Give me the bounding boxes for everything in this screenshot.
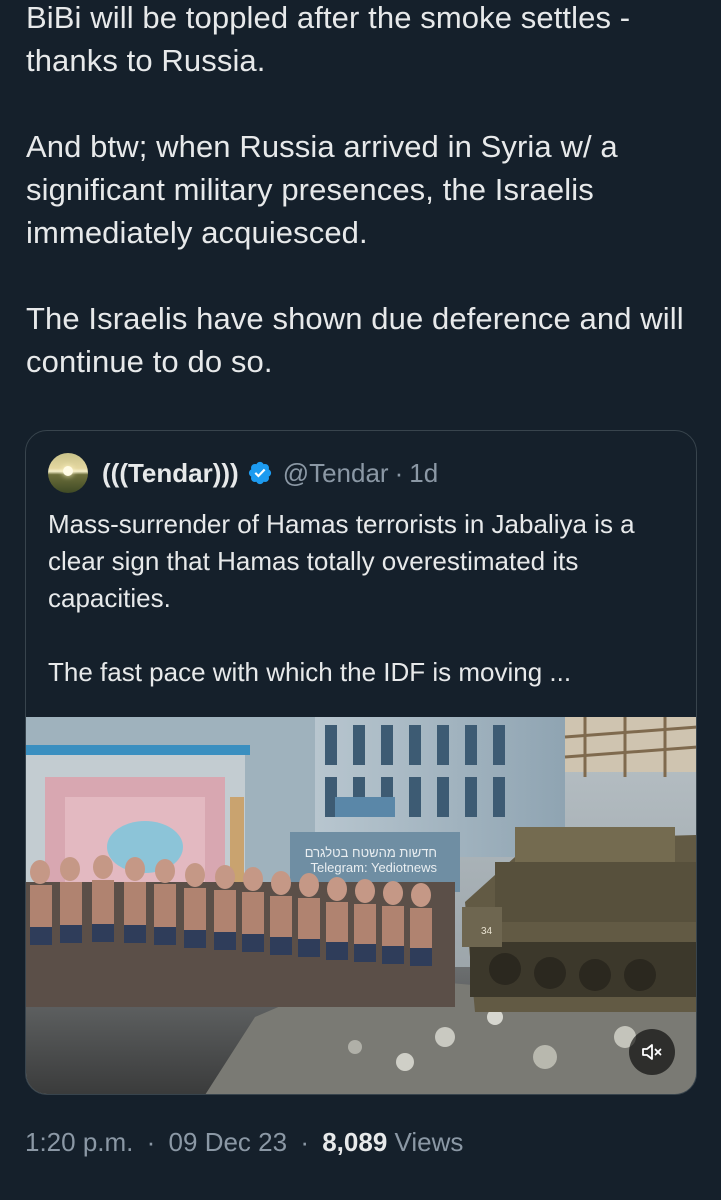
verified-badge-icon <box>247 460 273 486</box>
tweet-paragraph: And btw; when Russia arrived in Syria w/… <box>26 129 618 250</box>
quoted-author-name[interactable]: (((Tendar))) <box>102 458 239 489</box>
quoted-tweet-header: (((Tendar))) @Tendar · 1d <box>48 453 438 493</box>
video-frame: 34 <box>26 717 696 1094</box>
tweet-paragraph: BiBi will be toppled after the smoke set… <box>26 0 631 78</box>
quoted-tweet-time[interactable]: 1d <box>409 458 438 489</box>
quoted-author-handle[interactable]: @Tendar <box>283 458 389 489</box>
tweet-detail-page: BiBi will be toppled after the smoke set… <box>0 0 721 1200</box>
tweet-date[interactable]: 09 Dec 23 <box>169 1127 288 1157</box>
tweet-meta: 1:20 p.m. · 09 Dec 23 · 8,089 Views <box>25 1122 463 1162</box>
tweet-time[interactable]: 1:20 p.m. <box>25 1127 133 1157</box>
views-count[interactable]: 8,089 <box>322 1127 387 1157</box>
tweet-paragraph: The Israelis have shown due deference an… <box>26 301 684 379</box>
svg-text:34: 34 <box>481 926 493 937</box>
speaker-muted-icon <box>642 1044 662 1060</box>
quoted-paragraph: The fast pace with which the IDF is movi… <box>48 657 572 687</box>
mute-button[interactable] <box>629 1029 675 1075</box>
quoted-paragraph: Mass-surrender of Hamas terrorists in Ja… <box>48 509 635 613</box>
separator-dot: · <box>300 1127 309 1157</box>
quoted-tweet-text: Mass-surrender of Hamas terrorists in Ja… <box>48 506 678 691</box>
separator-dot: · <box>146 1127 156 1157</box>
avatar[interactable] <box>48 453 88 493</box>
quoted-tweet-card[interactable]: (((Tendar))) @Tendar · 1d Mass-surrender… <box>25 430 697 1095</box>
quoted-tweet-video[interactable]: 34 חדשות מהשטח בטלגרם Telegram: Yediotne… <box>26 717 696 1094</box>
tweet-text: BiBi will be toppled after the smoke set… <box>26 0 706 383</box>
separator-dot: · <box>394 457 404 488</box>
views-label[interactable]: Views <box>395 1127 464 1157</box>
video-watermark: חדשות מהשטח בטלגרם Telegram: Yediotnews <box>304 845 437 875</box>
